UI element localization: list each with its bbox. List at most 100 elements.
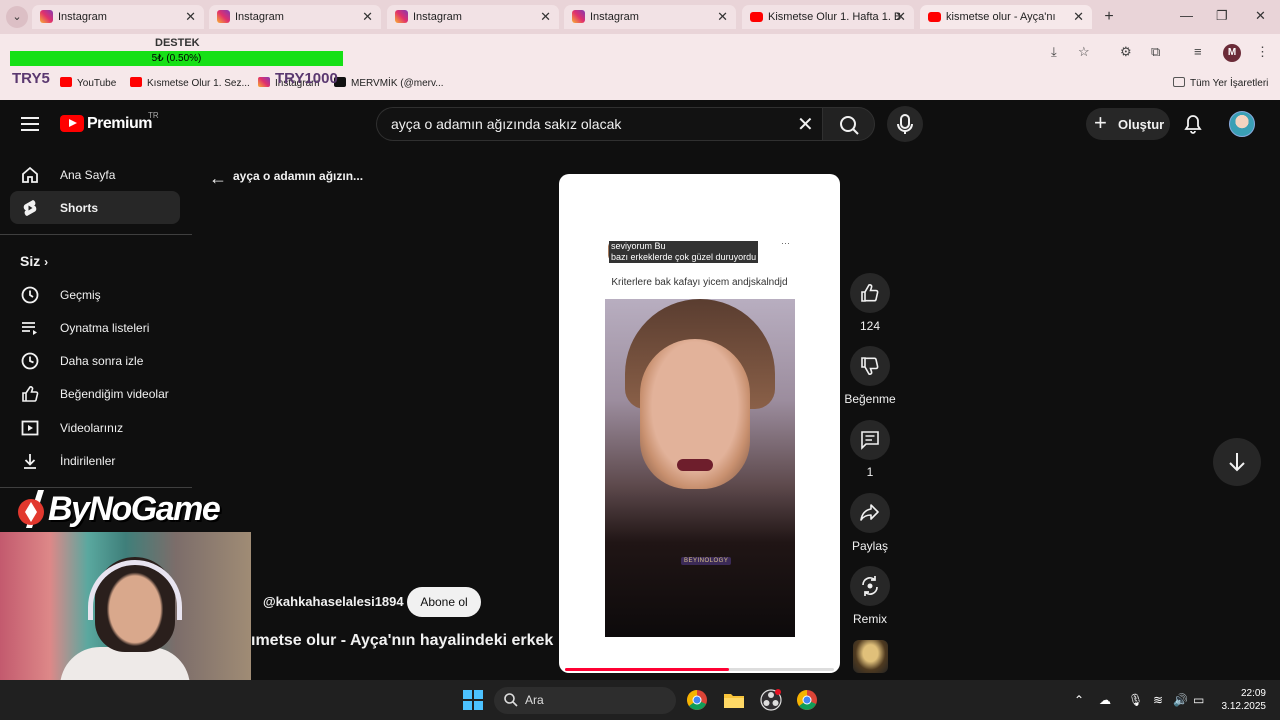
all-bookmarks[interactable]: Tüm Yer İşaretleri — [1173, 77, 1268, 89]
download-icon — [24, 454, 36, 469]
bookmark-youtube[interactable]: YouTube — [60, 77, 116, 89]
close-tab-icon[interactable]: ✕ — [185, 9, 196, 25]
history-icon — [21, 286, 39, 304]
destek-label: DESTEK — [155, 37, 200, 49]
sidebar-item-shorts[interactable]: Shorts — [10, 191, 180, 224]
battery-icon[interactable]: ▭ — [1193, 693, 1204, 707]
playlist-icon — [22, 322, 37, 335]
volume-icon[interactable]: 🔊 — [1173, 693, 1188, 707]
taskbar-clock[interactable]: 22:09 3.12.2025 — [1214, 687, 1267, 713]
sidebar-item-home[interactable]: Ana Sayfa — [10, 158, 180, 191]
youtube-logo-icon[interactable] — [60, 115, 84, 132]
bookmark-kismetse[interactable]: Kısmetse Olur 1. Sez... — [130, 77, 250, 89]
comments-button[interactable] — [850, 420, 890, 460]
close-window-icon[interactable]: ✕ — [1255, 8, 1266, 24]
thumbs-down-icon — [861, 357, 879, 375]
remix-button[interactable] — [850, 566, 890, 606]
sidebar-item-your-videos[interactable]: Videolarınız — [10, 411, 180, 444]
close-tab-icon[interactable]: ✕ — [895, 9, 906, 25]
back-arrow-icon[interactable]: ← — [209, 168, 227, 189]
youtube-brand[interactable]: Premium — [87, 115, 152, 133]
share-icon — [860, 504, 879, 521]
like-count: 124 — [859, 319, 881, 333]
browser-profile-avatar[interactable]: M — [1223, 44, 1241, 62]
browser-tab[interactable]: Instagram ✕ — [32, 5, 204, 29]
dislike-button[interactable] — [850, 346, 890, 386]
like-icon — [22, 386, 39, 402]
youtube-icon — [750, 12, 763, 22]
like-button[interactable] — [850, 273, 890, 313]
remix-icon — [862, 576, 878, 596]
your-videos-icon — [21, 420, 39, 436]
post-caption: Kriterlere bak kafayı yicem andjskalndjd — [611, 277, 788, 288]
search-input[interactable]: ayça o adamın ağızında sakız olacak — [376, 107, 823, 141]
sidebar-item-playlists[interactable]: Oynatma listeleri — [10, 311, 180, 344]
chrome-icon[interactable] — [686, 689, 708, 711]
instagram-icon — [217, 10, 230, 23]
voice-search-button[interactable] — [887, 106, 923, 142]
close-tab-icon[interactable]: ✕ — [540, 9, 551, 25]
close-tab-icon[interactable]: ✕ — [1073, 9, 1084, 25]
sound-thumbnail[interactable] — [853, 640, 888, 673]
browser-tab[interactable]: Instagram ✕ — [387, 5, 559, 29]
install-app-icon[interactable]: ⤓ — [1051, 44, 1057, 60]
file-explorer-icon[interactable] — [723, 689, 745, 711]
sidebar-item-watch-later[interactable]: Daha sonra izle — [10, 344, 180, 377]
region-code: TR — [148, 111, 159, 120]
plus-icon: + — [1094, 110, 1107, 135]
browser-tab[interactable]: Instagram ✕ — [209, 5, 381, 29]
browser-tab[interactable]: Kismetse Olur 1. Hafta 1. B ✕ — [742, 5, 914, 29]
back-title[interactable]: ayça o adamın ağızın... — [233, 169, 363, 183]
microphone-icon[interactable]: 🎙 — [1128, 693, 1143, 707]
video-title[interactable]: ımetse olur - Ayça'nın hayalindeki erkek — [251, 632, 553, 650]
extensions-badge-icon[interactable]: ⚙ — [1120, 44, 1132, 60]
tray-overflow-icon[interactable]: ⌃ — [1074, 693, 1084, 707]
channel-handle[interactable]: @kahkahaselalesi1894 — [263, 594, 404, 609]
share-button[interactable] — [850, 493, 890, 533]
more-options-icon: ··· — [781, 238, 790, 248]
bookmark-star-icon[interactable]: ☆ — [1078, 44, 1090, 60]
obs-icon[interactable] — [760, 689, 782, 711]
chrome-active-icon[interactable] — [796, 689, 818, 711]
media-controls-icon[interactable]: ≡ — [1194, 44, 1202, 59]
short-video-player[interactable]: seviyorum Bu bazı erkeklerde çok güzel du… — [559, 174, 840, 673]
instagram-icon — [395, 10, 408, 23]
notifications-icon[interactable] — [1183, 114, 1203, 139]
minimize-icon[interactable]: — — [1180, 8, 1193, 23]
menu-icon[interactable] — [21, 117, 39, 131]
close-tab-icon[interactable]: ✕ — [717, 9, 728, 25]
maximize-icon[interactable]: ❐ — [1216, 8, 1228, 24]
instagram-icon — [40, 10, 53, 23]
taskbar-search[interactable]: Ara — [494, 687, 676, 714]
extensions-icon[interactable]: ⧉ — [1151, 44, 1160, 60]
browser-tab-active[interactable]: kismetse olur - Ayça'nı ✕ — [920, 5, 1092, 29]
bookmark-tiktok[interactable]: MERVMİK (@merv... — [334, 77, 444, 89]
windows-start-icon[interactable] — [462, 689, 484, 711]
thumbs-up-icon — [861, 284, 879, 302]
browser-menu-icon[interactable]: ⋮ — [1256, 44, 1269, 60]
sidebar-item-history[interactable]: Geçmiş — [10, 278, 180, 311]
next-short-button[interactable] — [1213, 438, 1261, 486]
home-icon — [22, 166, 38, 183]
account-avatar[interactable] — [1229, 111, 1255, 137]
donation-progress-bar: 5₺ (0.50%) — [10, 51, 343, 66]
new-tab-button[interactable]: + — [1099, 7, 1119, 27]
playback-progress[interactable] — [565, 668, 729, 671]
sidebar-item-liked-videos[interactable]: Beğendiğim videolar — [10, 377, 180, 410]
sidebar-item-downloads[interactable]: İndirilenler — [10, 444, 180, 477]
video-frame: BEYINOLOGY — [605, 299, 795, 637]
youtube-icon — [60, 77, 72, 87]
tab-search-button[interactable]: ⌄ — [6, 6, 28, 28]
youtube-icon — [130, 77, 142, 87]
microphone-icon — [897, 114, 913, 134]
search-button[interactable] — [822, 107, 875, 141]
browser-tab[interactable]: Instagram ✕ — [564, 5, 736, 29]
remix-label: Remix — [852, 612, 887, 626]
subscribe-button[interactable]: Abone ol — [407, 587, 481, 617]
donation-min-label: TRY5 — [12, 70, 50, 87]
wifi-icon[interactable]: ≋ — [1153, 693, 1163, 707]
sidebar-you-header[interactable]: Siz › — [20, 253, 48, 269]
clear-search-icon[interactable]: ✕ — [797, 112, 814, 137]
close-tab-icon[interactable]: ✕ — [362, 9, 373, 25]
onedrive-icon[interactable]: ☁ — [1099, 693, 1111, 707]
